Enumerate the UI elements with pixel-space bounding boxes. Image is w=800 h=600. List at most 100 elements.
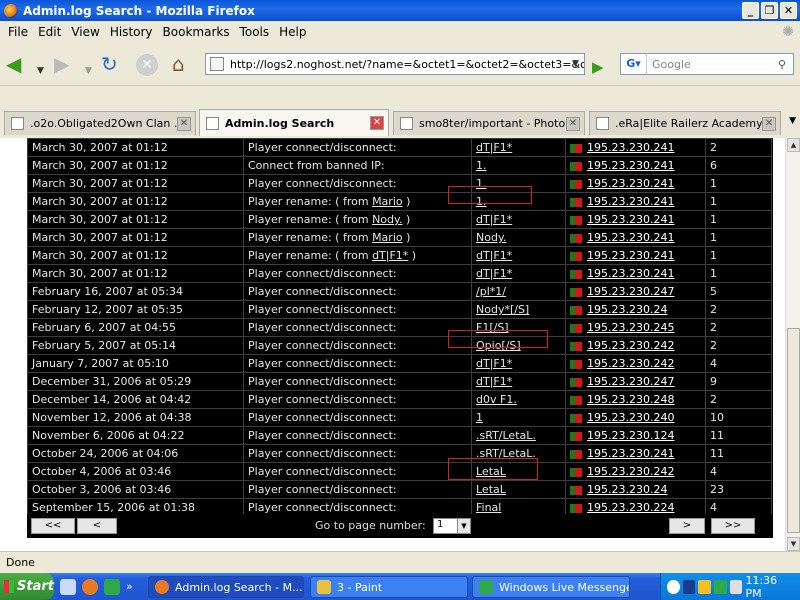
menu-view[interactable]: View [71, 25, 99, 39]
page-number-select[interactable]: 1 ▼ [433, 518, 471, 534]
ip-link[interactable]: 195.23.230.241 [587, 177, 674, 190]
next-page-button[interactable]: > [669, 518, 705, 534]
player-name-link[interactable]: /pl*1/ [476, 285, 506, 298]
country-flag-icon [570, 197, 582, 207]
close-window-button[interactable]: ✕ [780, 2, 797, 19]
search-icon[interactable]: ⚲ [771, 58, 793, 71]
player-name-link[interactable]: .sRT/LetaL. [476, 429, 536, 442]
taskbar-item-messenger[interactable]: Windows Live Messenger [472, 576, 630, 598]
ip-link[interactable]: 195.23.230.124 [587, 429, 674, 442]
reload-icon[interactable]: ↻ [101, 52, 118, 76]
log-ip: 195.23.230.241 [565, 174, 706, 193]
ip-link[interactable]: 195.23.230.241 [587, 249, 674, 262]
scroll-down-icon[interactable]: ▼ [787, 537, 800, 551]
country-flag-icon [570, 305, 582, 315]
ip-link[interactable]: 195.23.230.242 [587, 465, 674, 478]
maximize-button[interactable]: ❐ [761, 2, 778, 19]
ip-link[interactable]: 195.23.230.242 [587, 339, 674, 352]
log-date: December 31, 2006 at 05:29 [27, 372, 244, 391]
ip-link[interactable]: 195.23.230.241 [587, 141, 674, 154]
player-name-link[interactable]: Nody*[/S] [476, 303, 529, 316]
log-action: Player connect/disconnect: [243, 336, 472, 355]
first-page-button[interactable]: << [31, 518, 75, 534]
ip-link[interactable]: 195.23.230.248 [587, 393, 674, 406]
menu-history[interactable]: History [110, 25, 153, 39]
menu-help[interactable]: Help [279, 25, 306, 39]
previous-name-link[interactable]: Mario [372, 195, 403, 208]
player-name-link[interactable]: dT|F1* [476, 213, 512, 226]
player-name-link[interactable]: Nody. [476, 231, 506, 244]
tab-admin-log-search[interactable]: Admin.log Search ✕ [199, 109, 389, 136]
taskbar-item-paint[interactable]: 3 - Paint [310, 576, 468, 598]
ip-link[interactable]: 195.23.230.247 [587, 375, 674, 388]
close-tab-icon[interactable]: ✕ [566, 116, 580, 131]
menu-tools[interactable]: Tools [240, 25, 270, 39]
ip-link[interactable]: 195.23.230.241 [587, 213, 674, 226]
ip-link[interactable]: 195.23.230.241 [587, 267, 674, 280]
scroll-up-icon[interactable]: ▲ [787, 138, 800, 152]
player-name-link[interactable]: LetaL [476, 483, 506, 496]
quicklaunch-overflow-icon[interactable]: » [126, 580, 133, 593]
firefox-quicklaunch-icon[interactable] [82, 578, 98, 595]
ip-link[interactable]: 195.23.230.24 [587, 303, 667, 316]
home-icon[interactable]: ⌂ [172, 52, 185, 76]
search-engine-icon[interactable]: G▾ [621, 54, 647, 74]
ip-link[interactable]: 195.23.230.245 [587, 321, 674, 334]
tab-o2o-clan[interactable]: .o2o.Obligated2Own Clan ... ✕ [4, 111, 196, 135]
ip-link[interactable]: 195.23.230.247 [587, 285, 674, 298]
security-icon[interactable] [698, 579, 712, 594]
forward-arrow-icon[interactable]: ▶ [54, 52, 69, 76]
url-dropdown-icon[interactable]: ▼ [567, 54, 584, 74]
ip-link[interactable]: 195.23.230.242 [587, 357, 674, 370]
player-name-link[interactable]: dT|F1* [476, 357, 512, 370]
player-name-link[interactable]: dT|F1* [476, 375, 512, 388]
ip-link[interactable]: 195.23.230.241 [587, 447, 674, 460]
go-arrow-icon[interactable]: ▶ [592, 55, 604, 79]
ip-link[interactable]: 195.23.230.24 [587, 483, 667, 496]
window-titlebar[interactable]: Admin.log Search - Mozilla Firefox _ ❐ ✕ [0, 0, 800, 21]
tab-photobucket[interactable]: smo8ter/important - Photo... ✕ [393, 111, 585, 135]
stop-icon[interactable]: ✕ [136, 54, 158, 76]
ip-link[interactable]: 195.23.230.241 [587, 231, 674, 244]
player-name-link[interactable]: Final [476, 501, 501, 514]
messenger-tray-icon[interactable] [714, 579, 727, 594]
zonealarm-icon[interactable] [682, 579, 696, 594]
show-desktop-icon[interactable] [60, 578, 76, 595]
tab-era-academy[interactable]: .eRa|Elite Railerz Academy... ✕ [589, 111, 781, 135]
ip-link[interactable]: 195.23.230.241 [587, 159, 674, 172]
close-tab-icon[interactable]: ✕ [177, 116, 191, 131]
player-name-link[interactable]: dT|F1* [476, 267, 512, 280]
list-all-tabs-icon[interactable]: ▼ [789, 116, 796, 126]
menu-file[interactable]: File [8, 25, 28, 39]
player-name-link[interactable]: dT|F1* [476, 141, 512, 154]
scroll-thumb[interactable] [787, 328, 800, 533]
back-arrow-icon[interactable]: ◀ [6, 52, 21, 76]
network-icon[interactable] [667, 579, 680, 594]
previous-name-link[interactable]: Mario [372, 231, 403, 244]
previous-name-link[interactable]: Nody. [372, 213, 402, 226]
player-name-link[interactable]: 1. [476, 159, 487, 172]
url-input[interactable]: http://logs2.noghost.net/?name=&octet1=&… [205, 53, 585, 75]
previous-page-button[interactable]: < [77, 518, 117, 534]
start-button[interactable]: Start [0, 573, 54, 600]
ip-link[interactable]: 195.23.230.224 [587, 501, 674, 514]
last-page-button[interactable]: >> [711, 518, 755, 534]
vertical-scrollbar[interactable]: ▲ ▼ [785, 138, 800, 551]
close-tab-icon[interactable]: ✕ [370, 116, 384, 130]
ip-link[interactable]: 195.23.230.240 [587, 411, 674, 424]
player-name-link[interactable]: dT|F1* [476, 249, 512, 262]
back-history-dropdown-icon[interactable]: ▼ [37, 59, 44, 83]
close-tab-icon[interactable]: ✕ [762, 116, 776, 131]
minimize-button[interactable]: _ [742, 2, 759, 19]
player-name-link[interactable]: 1 [476, 411, 483, 424]
player-name-link[interactable]: d0v F1. [476, 393, 517, 406]
volume-icon[interactable] [729, 579, 743, 594]
menu-edit[interactable]: Edit [38, 25, 61, 39]
forward-history-dropdown-icon[interactable]: ▼ [85, 59, 92, 83]
messenger-quicklaunch-icon[interactable] [104, 578, 120, 595]
ip-link[interactable]: 195.23.230.241 [587, 195, 674, 208]
previous-name-link[interactable]: dT|F1* [372, 249, 408, 262]
taskbar-item-firefox[interactable]: Admin.log Search - M... [148, 576, 304, 598]
search-input[interactable]: G▾ Google ⚲ [620, 53, 794, 75]
menu-bookmarks[interactable]: Bookmarks [163, 25, 230, 39]
